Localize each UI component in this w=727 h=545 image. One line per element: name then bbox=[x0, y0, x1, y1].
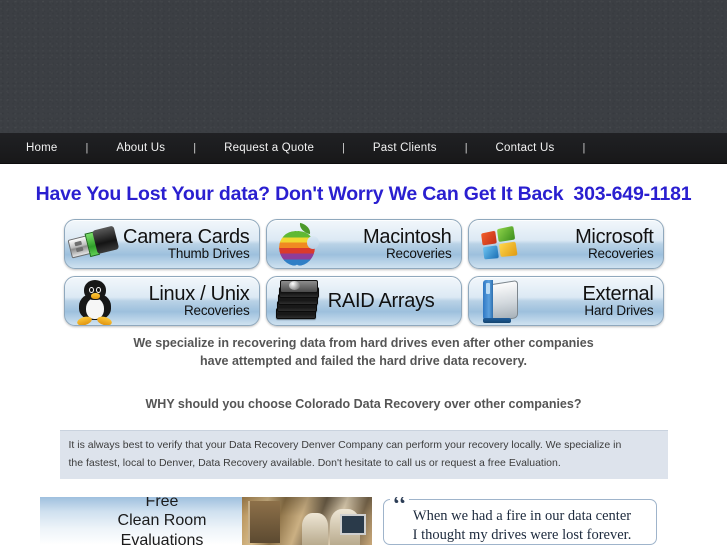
nav-item-contact-us[interactable]: Contact Us bbox=[490, 142, 561, 154]
site-header-banner bbox=[0, 0, 727, 133]
service-button-linux-unix[interactable]: Linux / Unix Recoveries bbox=[63, 276, 260, 326]
specialization-line1: We specialize in recovering data from ha… bbox=[133, 336, 594, 350]
tux-penguin-icon bbox=[68, 278, 120, 325]
headline-phone-number: 303-649-1181 bbox=[573, 183, 692, 205]
service-label-line1: Microsoft bbox=[575, 225, 654, 248]
monitor-shape bbox=[340, 514, 366, 535]
nav-item-about-us[interactable]: About Us bbox=[110, 142, 171, 154]
hard-drive-stack-icon bbox=[270, 278, 322, 324]
service-button-label: Linux / Unix Recoveries bbox=[120, 284, 259, 318]
service-button-microsoft[interactable]: Microsoft Recoveries bbox=[467, 219, 664, 269]
nav-separator: | bbox=[464, 142, 468, 154]
clean-room-line2: Clean Room Evaluations bbox=[117, 512, 207, 545]
nav-separator: | bbox=[342, 142, 345, 154]
service-button-label: Camera Cards Thumb Drives bbox=[120, 227, 259, 261]
server-rack-shape bbox=[248, 501, 280, 543]
service-label-line2: Hard Drives bbox=[584, 303, 654, 319]
specialization-line2: have attempted and failed the hard drive… bbox=[200, 354, 527, 369]
verify-locally-infobox: It is always best to verify that your Da… bbox=[59, 430, 668, 479]
service-button-raid-arrays[interactable]: RAID Arrays bbox=[265, 276, 462, 326]
page-headline: Have You Lost Your data? Don't Worry We … bbox=[0, 183, 727, 206]
clean-room-panel-text: Free Clean Room Evaluations bbox=[40, 497, 242, 545]
service-button-camera-cards[interactable]: Camera Cards Thumb Drives bbox=[63, 219, 260, 269]
headline-text: Have You Lost Your data? Don't Worry We … bbox=[35, 183, 564, 205]
service-label-line1: Linux / Unix bbox=[148, 282, 250, 305]
external-hard-drive-icon bbox=[472, 278, 524, 324]
service-label-line2: Recoveries bbox=[183, 303, 250, 319]
main-navigation: Home | About Us | Request a Quote | Past… bbox=[0, 133, 727, 164]
nav-separator: | bbox=[193, 142, 197, 154]
service-label-line1: RAID Arrays bbox=[327, 289, 435, 312]
service-button-label: Microsoft Recoveries bbox=[524, 227, 663, 261]
testimonial-line2: I thought my drives were lost forever. bbox=[412, 526, 632, 543]
service-label-line2: Recoveries bbox=[587, 246, 654, 262]
free-clean-room-evaluations-panel[interactable]: Free Clean Room Evaluations bbox=[40, 497, 372, 545]
service-label-line2: Recoveries bbox=[385, 246, 452, 262]
usb-thumb-drive-icon bbox=[67, 221, 120, 267]
service-label-line1: External bbox=[582, 282, 654, 305]
service-button-grid: Camera Cards Thumb Drives Macintosh Reco… bbox=[63, 219, 664, 326]
customer-testimonial-box: “ When we had a fire in our data center … bbox=[383, 497, 657, 545]
service-label-line1: Macintosh bbox=[363, 225, 452, 248]
nav-item-home[interactable]: Home bbox=[20, 142, 63, 154]
bottom-section: Free Clean Room Evaluations “ When we ha… bbox=[0, 497, 727, 545]
infobox-line1: It is always best to verify that your Da… bbox=[68, 439, 622, 452]
nav-separator: | bbox=[85, 142, 89, 154]
technician-figure bbox=[302, 513, 328, 545]
service-label-line2: Thumb Drives bbox=[167, 246, 250, 262]
service-button-label: Macintosh Recoveries bbox=[322, 227, 461, 261]
open-quote-icon: “ bbox=[390, 497, 410, 521]
windows-logo-icon bbox=[472, 221, 524, 267]
service-button-macintosh[interactable]: Macintosh Recoveries bbox=[265, 219, 462, 269]
why-choose-heading: WHY should you choose Colorado Data Reco… bbox=[145, 397, 582, 412]
service-button-label: RAID Arrays bbox=[322, 289, 461, 312]
nav-item-past-clients[interactable]: Past Clients bbox=[367, 142, 443, 154]
clean-room-line1: Free bbox=[145, 497, 179, 510]
nav-separator-trailing: | bbox=[582, 142, 586, 154]
testimonial-text: When we had a fire in our data center I … bbox=[398, 507, 646, 545]
service-button-label: External Hard Drives bbox=[524, 284, 663, 318]
specialization-paragraph: We specialize in recovering data from ha… bbox=[0, 334, 727, 370]
clean-room-technicians-photo bbox=[242, 497, 372, 545]
testimonial-line1: When we had a fire in our data center bbox=[412, 508, 632, 524]
service-label-line1: Camera Cards bbox=[123, 225, 250, 248]
nav-item-request-a-quote[interactable]: Request a Quote bbox=[218, 142, 320, 154]
infobox-line2: the fastest, local to Denver, Data Recov… bbox=[68, 456, 561, 469]
service-button-external-hard-drives[interactable]: External Hard Drives bbox=[467, 276, 664, 326]
apple-logo-icon bbox=[270, 221, 322, 267]
